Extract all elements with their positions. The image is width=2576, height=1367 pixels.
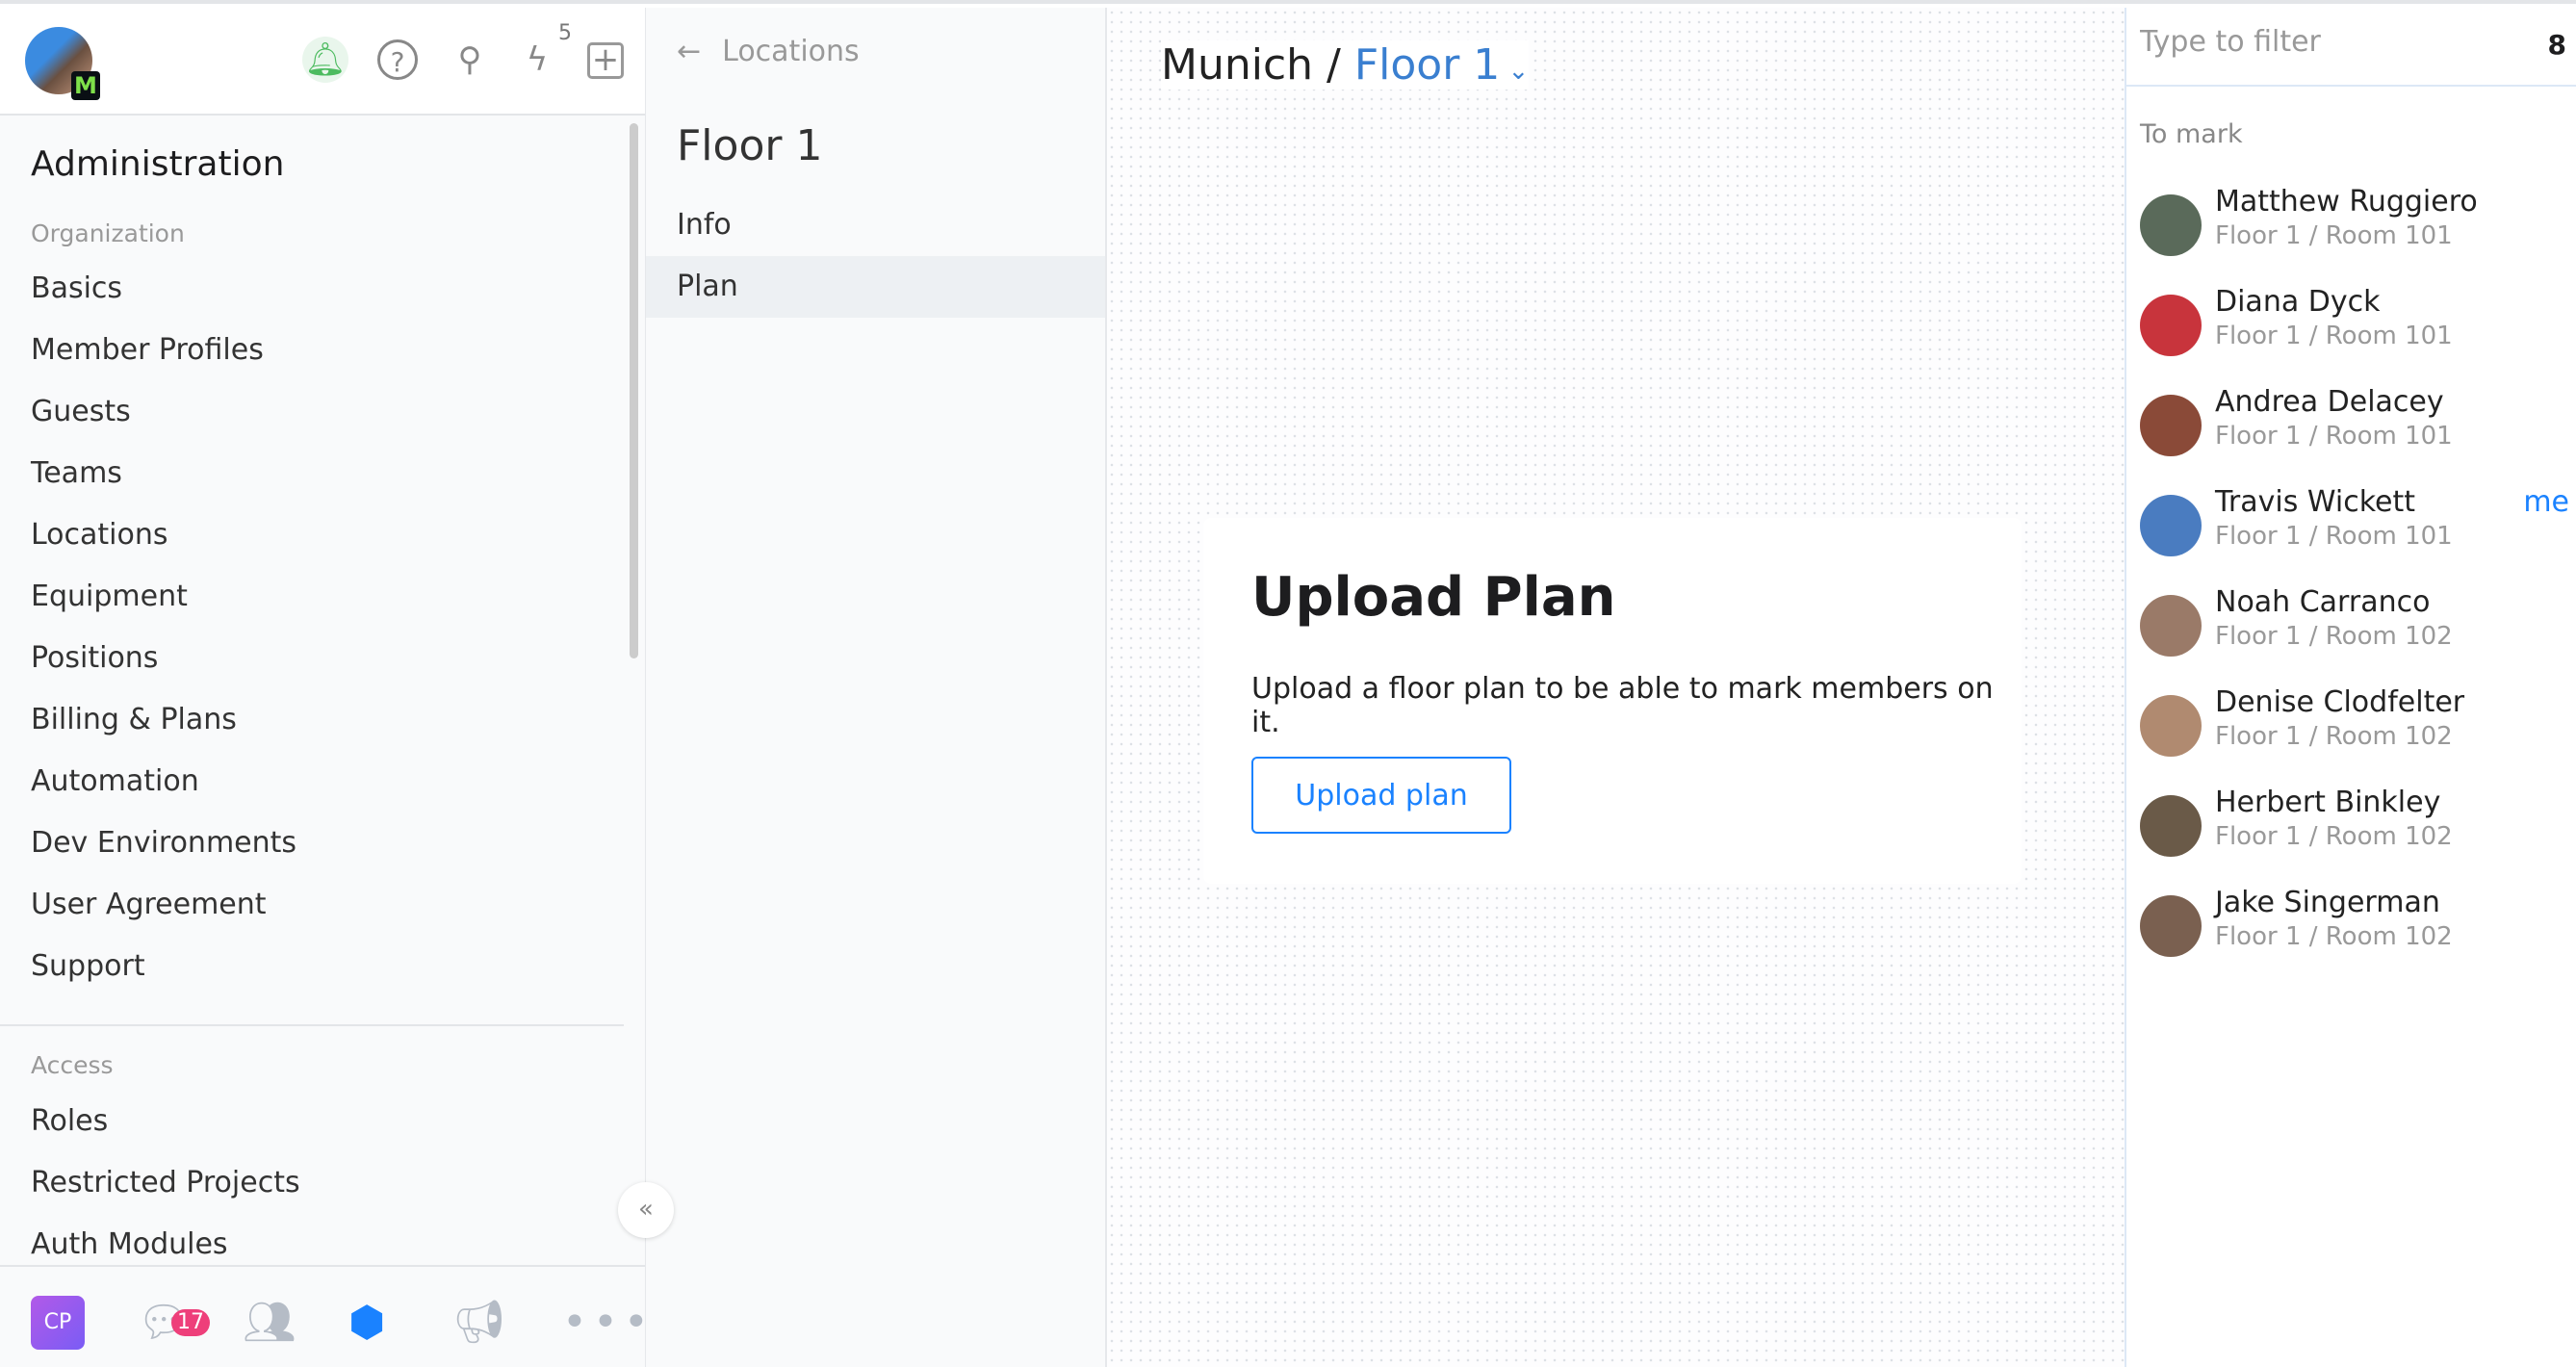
sidebar-item[interactable]: Teams [31,456,122,490]
floor-title: Floor 1 [677,121,823,170]
divider [0,1024,624,1026]
member-item[interactable]: Noah Carranco Floor 1 / Room 102 [2140,585,2563,672]
member-room: Floor 1 / Room 102 [2215,722,2453,751]
plus-icon[interactable]: + [587,42,624,79]
tab-plan[interactable]: Plan [646,256,1105,318]
sidebar-nav: Administration Organization Basics Member… [0,117,645,1265]
upload-plan-button[interactable]: Upload plan [1251,757,1511,834]
section-access: Access [31,1051,114,1079]
avatar [2140,795,2202,857]
sidebar-item[interactable]: Basics [31,271,122,305]
org-badge: M [71,71,100,100]
sidebar-header: M 🔔︎ ? ⚲ ϟ 5 + [0,8,645,116]
plan-area: Munich / Floor 1 ⌄ Upload Plan Upload a … [1107,8,2125,1367]
team-icon[interactable]: 👥︎ [243,1296,296,1350]
member-item[interactable]: Diana Dyck Floor 1 / Room 101 [2140,285,2563,372]
member-item[interactable]: Jake Singerman Floor 1 / Room 102 [2140,886,2563,972]
upload-plan-card: Upload Plan Upload a floor plan to be ab… [1203,518,2022,884]
arrow-left-icon: ← [677,35,702,68]
avatar [2140,194,2202,256]
sidebar-title: Administration [31,144,285,184]
section-to-mark: To mark [2140,119,2243,149]
collapse-sidebar-button[interactable]: « [618,1182,674,1238]
avatar [2140,295,2202,356]
member-item[interactable]: Matthew Ruggiero Floor 1 / Room 101 [2140,185,2563,271]
member-item[interactable]: Denise Clodfelter Floor 1 / Room 102 [2140,685,2563,772]
avatar [2140,895,2202,957]
sidebar-item[interactable]: Guests [31,395,131,428]
sidebar-item[interactable]: Auth Modules [31,1227,228,1261]
member-item[interactable]: Travis Wickett Floor 1 / Room 101 me [2140,485,2569,572]
sidebar-item[interactable]: Restricted Projects [31,1166,300,1199]
section-organization: Organization [31,219,185,247]
chat-badge: 17 [171,1309,210,1336]
hexagon-icon[interactable]: ⬢ [348,1296,385,1350]
members-panel: 8 To mark Matthew RuggieroFloor 1 / Room… [2125,8,2576,1367]
tab-info[interactable]: Info [646,194,1105,256]
card-title: Upload Plan [1251,566,1616,629]
sidebar-item[interactable]: Dev Environments [31,826,296,860]
sidebar-item[interactable]: Roles [31,1104,108,1138]
member-name: Noah Carranco [2215,585,2431,619]
filter-bar: 8 [2126,8,2576,87]
avatar [2140,495,2202,556]
member-name: Denise Clodfelter [2215,685,2465,719]
breadcrumb-location[interactable]: Munich [1161,40,1313,90]
cp-app-button[interactable]: CP [31,1296,85,1350]
avatar [2140,695,2202,757]
bolt-icon[interactable]: ϟ [514,37,560,83]
member-item[interactable]: Herbert Binkley Floor 1 / Room 102 [2140,786,2563,872]
member-name: Jake Singerman [2215,886,2440,919]
filter-input[interactable] [2140,25,2506,59]
sidebar-item[interactable]: Automation [31,764,199,798]
bolt-count: 5 [558,21,572,45]
member-room: Floor 1 / Room 101 [2215,522,2453,551]
scrollbar[interactable] [630,123,638,658]
sidebar-item[interactable]: Support [31,949,145,983]
chevron-down-icon[interactable]: ⌄ [1500,57,1530,86]
app-bar: CP 💬︎ 17 👥︎ ⬢ 📢︎ ••• [0,1265,649,1367]
sidebar-item[interactable]: Locations [31,518,168,552]
search-icon[interactable]: ⚲ [447,37,493,83]
floor-selector[interactable]: Floor 1 [1354,40,1500,90]
member-room: Floor 1 / Room 102 [2215,922,2453,951]
more-icon[interactable]: ••• [562,1296,655,1350]
bell-icon[interactable]: 🔔︎ [302,37,348,83]
location-panel: ← Locations Floor 1 Info Plan [646,8,1107,1367]
sidebar-item[interactable]: Positions [31,641,158,675]
help-icon[interactable]: ? [377,39,418,80]
back-link[interactable]: ← Locations [677,35,860,68]
member-room: Floor 1 / Room 101 [2215,221,2453,250]
back-label: Locations [722,35,860,68]
member-name: Andrea Delacey [2215,385,2444,419]
member-name: Travis Wickett [2215,485,2416,519]
sidebar-item[interactable]: Billing & Plans [31,703,237,736]
megaphone-icon[interactable]: 📢︎ [452,1296,506,1350]
me-label: me [2523,485,2569,519]
avatar [2140,395,2202,456]
member-name: Herbert Binkley [2215,786,2441,819]
member-room: Floor 1 / Room 102 [2215,622,2453,651]
member-count: 8 [2547,29,2566,61]
member-item[interactable]: Andrea Delacey Floor 1 / Room 101 [2140,385,2563,472]
sidebar-item[interactable]: User Agreement [31,888,267,921]
breadcrumb: Munich / Floor 1 ⌄ [1161,40,1530,90]
member-name: Matthew Ruggiero [2215,185,2478,219]
sidebar: M 🔔︎ ? ⚲ ϟ 5 + Administration Organizati… [0,8,674,1367]
member-room: Floor 1 / Room 101 [2215,422,2453,451]
member-name: Diana Dyck [2215,285,2381,319]
member-room: Floor 1 / Room 101 [2215,322,2453,350]
sidebar-item[interactable]: Equipment [31,580,188,613]
card-description: Upload a floor plan to be able to mark m… [1251,672,1994,739]
member-room: Floor 1 / Room 102 [2215,822,2453,851]
sidebar-item[interactable]: Member Profiles [31,333,264,367]
breadcrumb-separator: / [1313,40,1354,90]
avatar [2140,595,2202,657]
